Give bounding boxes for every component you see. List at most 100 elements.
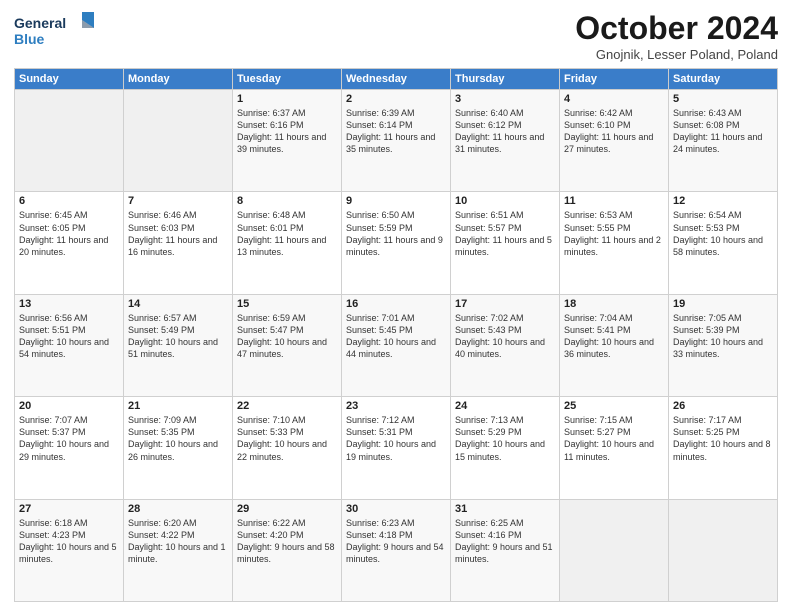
day-number: 31 xyxy=(455,503,555,515)
day-detail: Sunrise: 6:57 AMSunset: 5:49 PMDaylight:… xyxy=(128,312,228,361)
calendar-week-row: 1 Sunrise: 6:37 AMSunset: 6:16 PMDaylight… xyxy=(15,90,778,192)
day-detail: Sunrise: 6:51 AMSunset: 5:57 PMDaylight:… xyxy=(455,209,555,258)
day-detail: Sunrise: 6:56 AMSunset: 5:51 PMDaylight:… xyxy=(19,312,119,361)
svg-text:General: General xyxy=(14,15,66,31)
day-number: 2 xyxy=(346,93,446,105)
calendar-day-cell: 28 Sunrise: 6:20 AMSunset: 4:22 PMDayligh… xyxy=(124,499,233,601)
calendar-day-cell: 15Sunrise: 6:59 AMSunset: 5:47 PMDayligh… xyxy=(233,294,342,396)
calendar-day-cell: 5Sunrise: 6:43 AMSunset: 6:08 PMDaylight… xyxy=(669,90,778,192)
calendar-week-row: 6 Sunrise: 6:45 AMSunset: 6:05 PMDaylight… xyxy=(15,192,778,294)
calendar-day-cell: 27Sunrise: 6:18 AMSunset: 4:23 PMDayligh… xyxy=(15,499,124,601)
calendar-day-cell xyxy=(560,499,669,601)
day-number: 1 xyxy=(237,93,337,105)
calendar-week-row: 13 Sunrise: 6:56 AMSunset: 5:51 PMDayligh… xyxy=(15,294,778,396)
day-number: 8 xyxy=(237,195,337,207)
calendar-day-header: Sunday xyxy=(15,69,124,90)
calendar-day-cell: 22 Sunrise: 7:10 AMSunset: 5:33 PMDayligh… xyxy=(233,397,342,499)
calendar-day-cell: 7 Sunrise: 6:46 AMSunset: 6:03 PMDaylight… xyxy=(124,192,233,294)
day-detail: Sunrise: 7:13 AMSunset: 5:29 PMDaylight:… xyxy=(455,414,555,463)
calendar-day-cell: 25Sunrise: 7:15 AMSunset: 5:27 PMDayligh… xyxy=(560,397,669,499)
day-detail: Sunrise: 6:54 AMSunset: 5:53 PMDaylight:… xyxy=(673,209,773,258)
day-detail: Sunrise: 7:04 AMSunset: 5:41 PMDaylight:… xyxy=(564,312,664,361)
day-detail: Sunrise: 6:48 AMSunset: 6:01 PMDaylight:… xyxy=(237,209,337,258)
calendar-day-cell: 1 Sunrise: 6:37 AMSunset: 6:16 PMDaylight… xyxy=(233,90,342,192)
calendar-day-cell: 31 Sunrise: 6:25 AMSunset: 4:16 PMDayligh… xyxy=(451,499,560,601)
day-number: 22 xyxy=(237,400,337,412)
calendar-day-cell: 19Sunrise: 7:05 AMSunset: 5:39 PMDayligh… xyxy=(669,294,778,396)
day-detail: Sunrise: 7:02 AMSunset: 5:43 PMDaylight:… xyxy=(455,312,555,361)
day-detail: Sunrise: 7:05 AMSunset: 5:39 PMDaylight:… xyxy=(673,312,773,361)
calendar-day-cell: 6 Sunrise: 6:45 AMSunset: 6:05 PMDaylight… xyxy=(15,192,124,294)
day-number: 26 xyxy=(673,400,773,412)
calendar-header-row: SundayMondayTuesdayWednesdayThursdayFrid… xyxy=(15,69,778,90)
page-title: October 2024 xyxy=(575,10,778,47)
calendar-day-header: Tuesday xyxy=(233,69,342,90)
calendar-day-header: Saturday xyxy=(669,69,778,90)
day-number: 15 xyxy=(237,298,337,310)
calendar-day-cell xyxy=(124,90,233,192)
calendar-day-cell: 14 Sunrise: 6:57 AMSunset: 5:49 PMDayligh… xyxy=(124,294,233,396)
calendar-week-row: 27Sunrise: 6:18 AMSunset: 4:23 PMDayligh… xyxy=(15,499,778,601)
day-number: 18 xyxy=(564,298,664,310)
day-number: 27 xyxy=(19,503,119,515)
calendar-day-cell: 13 Sunrise: 6:56 AMSunset: 5:51 PMDayligh… xyxy=(15,294,124,396)
day-detail: Sunrise: 6:45 AMSunset: 6:05 PMDaylight:… xyxy=(19,209,119,258)
day-detail: Sunrise: 7:07 AMSunset: 5:37 PMDaylight:… xyxy=(19,414,119,463)
day-detail: Sunrise: 6:20 AMSunset: 4:22 PMDaylight:… xyxy=(128,517,228,566)
day-detail: Sunrise: 6:37 AMSunset: 6:16 PMDaylight:… xyxy=(237,107,337,156)
day-detail: Sunrise: 6:43 AMSunset: 6:08 PMDaylight:… xyxy=(673,107,773,156)
calendar-day-cell xyxy=(15,90,124,192)
calendar-day-cell: 24Sunrise: 7:13 AMSunset: 5:29 PMDayligh… xyxy=(451,397,560,499)
day-detail: Sunrise: 6:25 AMSunset: 4:16 PMDaylight:… xyxy=(455,517,555,566)
day-number: 17 xyxy=(455,298,555,310)
day-detail: Sunrise: 7:09 AMSunset: 5:35 PMDaylight:… xyxy=(128,414,228,463)
day-detail: Sunrise: 7:01 AMSunset: 5:45 PMDaylight:… xyxy=(346,312,446,361)
day-number: 25 xyxy=(564,400,664,412)
day-detail: Sunrise: 7:12 AMSunset: 5:31 PMDaylight:… xyxy=(346,414,446,463)
calendar-day-cell: 10 Sunrise: 6:51 AMSunset: 5:57 PMDayligh… xyxy=(451,192,560,294)
day-number: 10 xyxy=(455,195,555,207)
calendar-day-header: Wednesday xyxy=(342,69,451,90)
day-number: 12 xyxy=(673,195,773,207)
calendar-day-cell: 12 Sunrise: 6:54 AMSunset: 5:53 PMDayligh… xyxy=(669,192,778,294)
day-number: 30 xyxy=(346,503,446,515)
calendar-day-cell: 8 Sunrise: 6:48 AMSunset: 6:01 PMDaylight… xyxy=(233,192,342,294)
day-number: 13 xyxy=(19,298,119,310)
day-detail: Sunrise: 6:50 AMSunset: 5:59 PMDaylight:… xyxy=(346,209,446,258)
day-detail: Sunrise: 6:53 AMSunset: 5:55 PMDaylight:… xyxy=(564,209,664,258)
day-number: 23 xyxy=(346,400,446,412)
header: General Blue October 2024 Gnojnik, Lesse… xyxy=(14,10,778,62)
day-number: 14 xyxy=(128,298,228,310)
calendar-day-cell: 4Sunrise: 6:42 AMSunset: 6:10 PMDaylight… xyxy=(560,90,669,192)
day-number: 29 xyxy=(237,503,337,515)
day-number: 7 xyxy=(128,195,228,207)
day-number: 6 xyxy=(19,195,119,207)
day-detail: Sunrise: 6:23 AMSunset: 4:18 PMDaylight:… xyxy=(346,517,446,566)
day-number: 28 xyxy=(128,503,228,515)
page: General Blue October 2024 Gnojnik, Lesse… xyxy=(0,0,792,612)
calendar-day-cell: 20Sunrise: 7:07 AMSunset: 5:37 PMDayligh… xyxy=(15,397,124,499)
day-detail: Sunrise: 6:39 AMSunset: 6:14 PMDaylight:… xyxy=(346,107,446,156)
day-detail: Sunrise: 7:10 AMSunset: 5:33 PMDaylight:… xyxy=(237,414,337,463)
calendar-day-cell: 23 Sunrise: 7:12 AMSunset: 5:31 PMDayligh… xyxy=(342,397,451,499)
calendar-table: SundayMondayTuesdayWednesdayThursdayFrid… xyxy=(14,68,778,602)
calendar-day-cell: 2 Sunrise: 6:39 AMSunset: 6:14 PMDaylight… xyxy=(342,90,451,192)
day-detail: Sunrise: 6:40 AMSunset: 6:12 PMDaylight:… xyxy=(455,107,555,156)
calendar-day-cell xyxy=(669,499,778,601)
day-number: 16 xyxy=(346,298,446,310)
calendar-day-cell: 16 Sunrise: 7:01 AMSunset: 5:45 PMDayligh… xyxy=(342,294,451,396)
svg-text:Blue: Blue xyxy=(14,31,45,47)
calendar-day-header: Thursday xyxy=(451,69,560,90)
day-number: 21 xyxy=(128,400,228,412)
calendar-day-cell: 18 Sunrise: 7:04 AMSunset: 5:41 PMDayligh… xyxy=(560,294,669,396)
day-detail: Sunrise: 6:42 AMSunset: 6:10 PMDaylight:… xyxy=(564,107,664,156)
day-detail: Sunrise: 6:22 AMSunset: 4:20 PMDaylight:… xyxy=(237,517,337,566)
day-number: 11 xyxy=(564,195,664,207)
calendar-day-cell: 11 Sunrise: 6:53 AMSunset: 5:55 PMDayligh… xyxy=(560,192,669,294)
day-detail: Sunrise: 6:46 AMSunset: 6:03 PMDaylight:… xyxy=(128,209,228,258)
page-subtitle: Gnojnik, Lesser Poland, Poland xyxy=(575,47,778,62)
calendar-day-cell: 21 Sunrise: 7:09 AMSunset: 5:35 PMDayligh… xyxy=(124,397,233,499)
calendar-day-cell: 29 Sunrise: 6:22 AMSunset: 4:20 PMDayligh… xyxy=(233,499,342,601)
calendar-day-header: Monday xyxy=(124,69,233,90)
title-block: October 2024 Gnojnik, Lesser Poland, Pol… xyxy=(575,10,778,62)
